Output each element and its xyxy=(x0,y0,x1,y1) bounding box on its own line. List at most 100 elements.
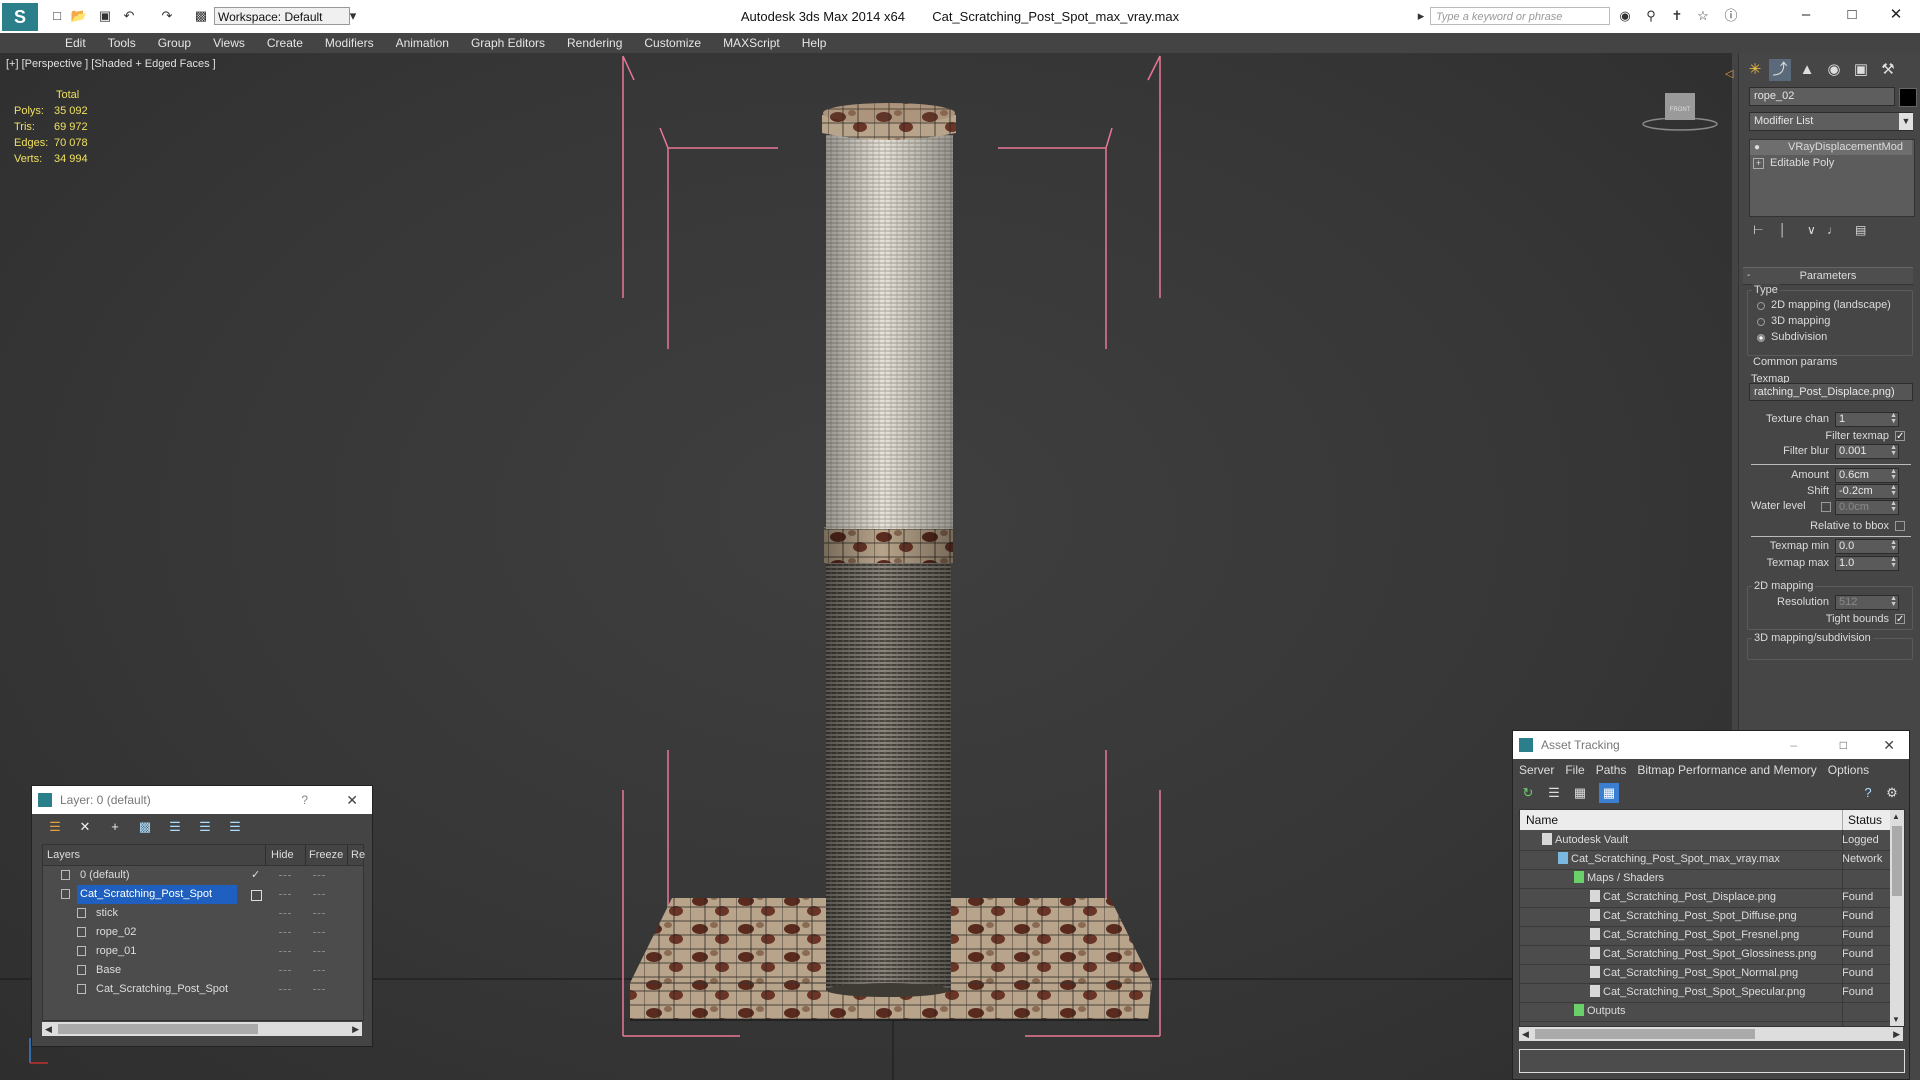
motion-tab-icon[interactable]: ◉ xyxy=(1823,59,1845,81)
layer-row[interactable]: stick xyxy=(43,904,363,923)
scroll-left-icon[interactable]: ◀ xyxy=(45,1022,52,1036)
menu-item-modifiers[interactable]: Modifiers xyxy=(314,33,385,53)
scroll-down-icon[interactable]: ▼ xyxy=(1892,1015,1900,1024)
column-hide[interactable]: Hide xyxy=(271,845,294,865)
panel-collapse-icon[interactable]: ◁ xyxy=(1725,67,1733,80)
make-unique-icon[interactable]: ∨ xyxy=(1807,223,1816,237)
hide-toggle[interactable] xyxy=(279,989,291,991)
spinner-value[interactable]: 0.0cm xyxy=(1839,501,1869,513)
viewcube[interactable]: FRONT xyxy=(1642,93,1718,131)
menu-item-graph-editors[interactable]: Graph Editors xyxy=(460,33,556,53)
chevron-down-icon[interactable]: ▼ xyxy=(1899,113,1913,130)
hide-toggle[interactable] xyxy=(279,932,291,934)
asset-row[interactable]: Cat_Scratching_Post_Spot_Diffuse.png Foun… xyxy=(1520,907,1894,927)
hide-toggle[interactable] xyxy=(279,970,291,972)
highlight-layer-icon[interactable]: ☰ xyxy=(166,819,184,835)
minimize-icon[interactable]: – xyxy=(1790,731,1797,759)
pin-stack-icon[interactable]: ⊢ xyxy=(1753,223,1763,237)
layer-row[interactable]: 0 (default) ✓ xyxy=(43,866,363,885)
filter-blur-spinner[interactable]: 0.001 ▲ ▼ xyxy=(1835,444,1899,459)
tight-bounds-checkbox[interactable]: ✓ xyxy=(1895,614,1905,625)
scroll-right-icon[interactable]: ▶ xyxy=(1893,1027,1900,1041)
favorites-star-icon[interactable]: ☆ xyxy=(1694,8,1712,24)
stack-item-editable-poly[interactable]: + Editable Poly xyxy=(1750,156,1912,171)
layer-name[interactable]: 0 (default) xyxy=(77,866,133,885)
filter-texmap-checkbox[interactable]: ✓ xyxy=(1895,431,1905,442)
type-radio-2[interactable] xyxy=(1757,334,1765,342)
dialog-title-bar[interactable]: Layer: 0 (default) ? ✕ xyxy=(32,786,372,814)
scroll-right-icon[interactable]: ▶ xyxy=(352,1022,359,1036)
type-radio-0[interactable] xyxy=(1757,302,1765,310)
utilities-tab-icon[interactable]: ⚒ xyxy=(1877,59,1899,81)
hide-toggle[interactable] xyxy=(279,913,291,915)
minimize-button[interactable]: – xyxy=(1784,4,1828,26)
column-status[interactable]: Status xyxy=(1848,810,1882,830)
display-tab-icon[interactable]: ▣ xyxy=(1850,59,1872,81)
spinner-value[interactable]: 0.001 xyxy=(1839,445,1867,457)
maximize-icon[interactable]: □ xyxy=(1840,731,1847,759)
asset-menu-item[interactable]: Paths xyxy=(1596,763,1627,777)
menu-item-edit[interactable]: Edit xyxy=(54,33,97,53)
layer-name[interactable]: rope_02 xyxy=(93,923,139,942)
type-option-label[interactable]: 3D mapping xyxy=(1771,315,1830,327)
layer-name[interactable]: stick xyxy=(93,904,121,923)
help-icon[interactable]: ⓘ xyxy=(1722,8,1740,24)
lightbulb-icon[interactable]: ● xyxy=(1754,140,1760,155)
stack-item-vraydisplacement[interactable]: ● VRayDisplacementMod xyxy=(1750,140,1912,155)
delete-layer-icon[interactable]: ✕ xyxy=(76,819,94,835)
scroll-up-icon[interactable]: ▲ xyxy=(1892,812,1900,821)
asset-row[interactable]: Maps / Shaders xyxy=(1520,869,1894,889)
scroll-thumb[interactable] xyxy=(58,1024,258,1034)
layer-row[interactable]: rope_01 xyxy=(43,942,363,961)
type-option-label[interactable]: Subdivision xyxy=(1771,331,1827,343)
column-name[interactable]: Name xyxy=(1526,810,1558,830)
layer-row[interactable]: rope_02 xyxy=(43,923,363,942)
horizontal-scrollbar[interactable]: ◀ ▶ xyxy=(42,1022,362,1036)
menu-item-views[interactable]: Views xyxy=(202,33,256,53)
dialog-title-bar[interactable]: Asset Tracking – □ ✕ xyxy=(1513,731,1909,759)
make-current-box-icon[interactable] xyxy=(251,890,262,901)
type-radio-1[interactable] xyxy=(1757,318,1765,326)
object-name-field[interactable]: rope_02 xyxy=(1749,87,1895,106)
scroll-left-icon[interactable]: ◀ xyxy=(1522,1027,1529,1041)
object-color-swatch[interactable] xyxy=(1899,88,1917,107)
menu-item-customize[interactable]: Customize xyxy=(633,33,712,53)
texmap-button[interactable]: ratching_Post_Displace.png) xyxy=(1749,383,1913,401)
refresh-icon[interactable]: ↻ xyxy=(1519,785,1537,801)
vertical-scrollbar[interactable]: ▲ ▼ xyxy=(1890,810,1904,1026)
asset-row[interactable]: Cat_Scratching_Post_Spot_Glossiness.png F… xyxy=(1520,945,1894,965)
column-freeze[interactable]: Freeze xyxy=(309,845,343,865)
asset-menu-item[interactable]: Options xyxy=(1828,763,1869,777)
spinner-value[interactable]: 1 xyxy=(1839,413,1845,425)
texture-chan-spinner[interactable]: 1 ▲ ▼ xyxy=(1835,412,1899,427)
communication-icon[interactable]: ✝ xyxy=(1668,8,1686,24)
relative-bbox-checkbox[interactable] xyxy=(1895,521,1905,531)
freeze-all-icon[interactable]: ☰ xyxy=(226,819,244,835)
grid-view-icon[interactable]: ▦ xyxy=(1599,783,1619,803)
binoculars-icon[interactable]: ◉ xyxy=(1616,8,1634,24)
layer-row[interactable]: Cat_Scratching_Post_Spot xyxy=(43,885,363,904)
asset-menu-item[interactable]: Server xyxy=(1519,763,1554,777)
scroll-thumb[interactable] xyxy=(1892,826,1902,896)
scroll-thumb[interactable] xyxy=(1535,1029,1755,1039)
spinner-value[interactable]: 512 xyxy=(1839,596,1857,608)
viewcube-label[interactable]: FRONT xyxy=(1670,107,1691,113)
menu-item-tools[interactable]: Tools xyxy=(97,33,147,53)
modify-tab-icon[interactable]: ⤴ xyxy=(1769,59,1791,81)
texmap-min-spinner[interactable]: 0.0 ▲ ▼ xyxy=(1835,539,1899,554)
new-layer-icon[interactable]: ☰ xyxy=(46,819,64,835)
search-expand-icon[interactable]: ▸ xyxy=(1412,8,1430,24)
expand-plus-icon[interactable]: + xyxy=(1753,158,1764,169)
close-icon[interactable]: ✕ xyxy=(346,786,358,814)
water-level-checkbox[interactable] xyxy=(1821,502,1831,512)
settings-icon[interactable]: ⚙ xyxy=(1883,785,1901,801)
freeze-toggle[interactable] xyxy=(313,875,325,877)
layer-name[interactable]: Cat_Scratching_Post_Spot xyxy=(77,885,237,904)
spinner-value[interactable]: 1.0 xyxy=(1839,557,1854,569)
layer-name[interactable]: rope_01 xyxy=(93,942,139,961)
subscription-icon[interactable]: ⚲ xyxy=(1642,8,1660,24)
type-option-label[interactable]: 2D mapping (landscape) xyxy=(1771,299,1891,311)
menu-item-group[interactable]: Group xyxy=(147,33,202,53)
asset-row[interactable]: Outputs xyxy=(1520,1002,1894,1022)
freeze-toggle[interactable] xyxy=(313,951,325,953)
